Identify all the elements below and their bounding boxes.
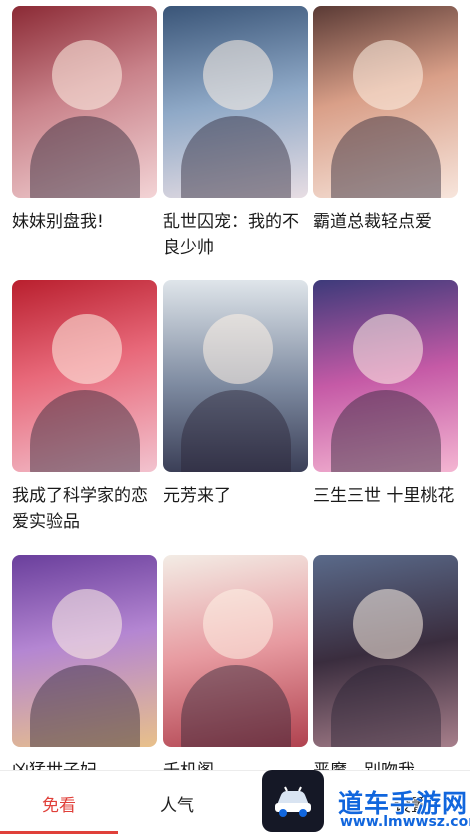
cover-art	[203, 589, 273, 659]
comic-cover[interactable]	[163, 6, 308, 198]
comic-cover[interactable]	[163, 280, 308, 472]
cover-art	[30, 390, 140, 472]
comic-cover[interactable]	[12, 6, 157, 198]
cover-art	[331, 116, 441, 198]
cover-art	[353, 589, 423, 659]
cover-art	[331, 390, 441, 472]
comic-title[interactable]: 元芳来了	[163, 483, 311, 509]
tab-popular-label: 人气	[160, 796, 194, 816]
watermark-url: www.lmwwsz.com	[340, 814, 470, 830]
cover-art	[203, 40, 273, 110]
cover-art	[181, 390, 291, 472]
cover-art	[181, 116, 291, 198]
watermark-car-icon	[262, 770, 324, 832]
comic-cover[interactable]	[313, 280, 458, 472]
tab-free[interactable]: 免看	[0, 771, 118, 836]
comic-cover[interactable]	[12, 555, 157, 747]
comic-title[interactable]: 霸道总裁轻点爱	[313, 209, 461, 235]
comic-title[interactable]: 乱世囚宠：我的不良少帅	[163, 209, 311, 261]
comic-title[interactable]: 我成了科学家的恋爱实验品	[12, 483, 160, 535]
tab-popular[interactable]: 人气	[118, 771, 236, 836]
cover-art	[52, 40, 122, 110]
comic-cover[interactable]	[313, 555, 458, 747]
cover-art	[203, 314, 273, 384]
comic-title[interactable]: 妹妹别盘我!	[12, 209, 160, 235]
comic-grid: 妹妹别盘我! 乱世囚宠：我的不良少帅 霸道总裁轻点爱 我成了科学家的恋爱实验品 …	[0, 0, 470, 781]
tab-free-label: 免看	[42, 796, 76, 816]
cover-art	[353, 314, 423, 384]
cover-art	[331, 665, 441, 747]
cover-art	[30, 116, 140, 198]
cover-art	[181, 665, 291, 747]
cover-art	[52, 314, 122, 384]
comic-title[interactable]: 三生三世 十里桃花	[313, 483, 461, 509]
comic-cover[interactable]	[163, 555, 308, 747]
comic-cover[interactable]	[313, 6, 458, 198]
active-tab-indicator	[0, 831, 118, 834]
comic-cover[interactable]	[12, 280, 157, 472]
cover-art	[353, 40, 423, 110]
cover-art	[52, 589, 122, 659]
cover-art	[30, 665, 140, 747]
